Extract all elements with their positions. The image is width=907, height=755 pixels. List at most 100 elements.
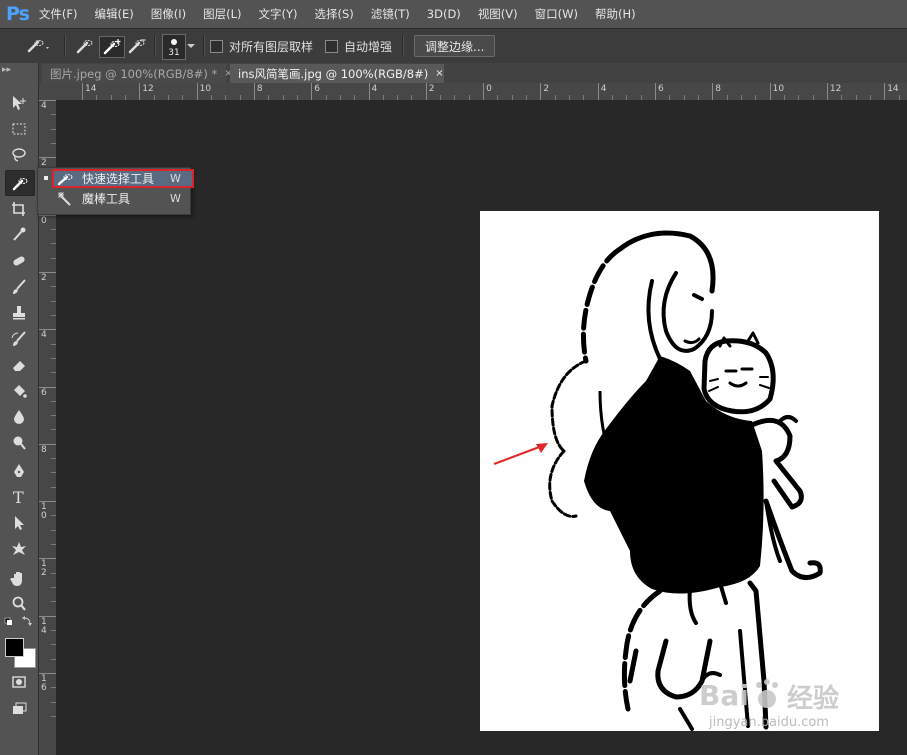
menu-edit[interactable]: 编辑(E) bbox=[95, 6, 134, 22]
ruler-tick-label: 14 bbox=[887, 84, 899, 94]
sample-all-layers-checkbox[interactable] bbox=[210, 39, 223, 53]
ruler-minor-tick bbox=[51, 415, 56, 417]
crop-tool[interactable] bbox=[5, 197, 33, 221]
flyout-shortcut: W bbox=[170, 172, 181, 185]
menu-3d[interactable]: 3D(D) bbox=[427, 7, 461, 21]
brush-icon bbox=[13, 279, 26, 294]
hand-tool[interactable] bbox=[5, 566, 33, 590]
menu-type[interactable]: 文字(Y) bbox=[259, 6, 298, 22]
brush-dropdown-arrow[interactable] bbox=[186, 36, 196, 56]
brush-subtract-selection-icon bbox=[128, 39, 146, 54]
path-selection-tool[interactable] bbox=[5, 511, 33, 535]
pen-icon bbox=[14, 464, 24, 477]
eraser-tool[interactable] bbox=[5, 353, 33, 377]
healing-bandage-icon bbox=[13, 256, 25, 266]
ruler-tick-label: 14 bbox=[41, 616, 47, 636]
move-tool[interactable] bbox=[5, 91, 33, 115]
history-brush-tool[interactable] bbox=[5, 327, 33, 351]
brush-tool[interactable] bbox=[5, 275, 33, 299]
horizontal-ruler[interactable]: 14 12 10 8 6 4 2 0 2 4 6 8 10 12 14 bbox=[57, 83, 907, 101]
foreground-color-swatch[interactable] bbox=[5, 638, 24, 657]
blur-tool[interactable] bbox=[5, 405, 33, 429]
default-swap-colors-icon bbox=[4, 616, 32, 626]
options-bar: 31 对所有图层取样 自动增强 调整边缘... bbox=[0, 28, 907, 64]
stamp-icon bbox=[13, 306, 25, 320]
flyout-item-magic-wand[interactable]: 魔棒工具 W bbox=[38, 189, 190, 208]
flyout-item-quick-selection[interactable]: 快速选择工具 W bbox=[38, 169, 190, 188]
brush-new-selection-icon bbox=[76, 40, 93, 54]
magic-wand-icon bbox=[58, 191, 71, 206]
ruler-origin[interactable] bbox=[39, 83, 57, 100]
menu-layer[interactable]: 图层(L) bbox=[203, 6, 241, 22]
quick-selection-icon bbox=[57, 173, 73, 185]
pen-tool[interactable] bbox=[5, 459, 33, 483]
tab-close-icon[interactable]: × bbox=[435, 68, 443, 79]
menu-window[interactable]: 窗口(W) bbox=[535, 6, 578, 22]
ruler-tick-label: 10 bbox=[41, 502, 47, 522]
tab-label: ins风简笔画.jpg @ 100%(RGB/8#) bbox=[238, 66, 429, 81]
ruler-minor-tick bbox=[51, 515, 56, 517]
paint-bucket-icon bbox=[14, 385, 27, 398]
dodge-tool[interactable] bbox=[5, 431, 33, 455]
menu-help[interactable]: 帮助(H) bbox=[595, 6, 636, 22]
ruler-tick: 8 bbox=[712, 83, 721, 100]
refine-edge-button[interactable]: 调整边缘... bbox=[414, 35, 496, 57]
marquee-icon bbox=[12, 123, 26, 135]
ruler-tick: 8 bbox=[39, 443, 56, 454]
document-tab-bar: 图片.jpeg @ 100%(RGB/8#) * × ins风简笔画.jpg @… bbox=[39, 63, 907, 84]
marquee-tool[interactable] bbox=[5, 117, 33, 141]
annotation-arrow-icon bbox=[493, 443, 548, 466]
quick-mask-button[interactable] bbox=[5, 670, 33, 694]
new-selection-button[interactable] bbox=[74, 36, 96, 56]
document-canvas[interactable] bbox=[480, 211, 879, 731]
ruler-tick-label: 4 bbox=[600, 84, 607, 94]
menu-view[interactable]: 视图(V) bbox=[478, 6, 518, 22]
ruler-tick: 4 bbox=[39, 100, 56, 111]
add-to-selection-button[interactable] bbox=[99, 36, 125, 58]
tool-preset-picker[interactable] bbox=[18, 36, 58, 56]
ruler-tick-label: 2 bbox=[543, 84, 550, 94]
tab-ins-sketch[interactable]: ins风简笔画.jpg @ 100%(RGB/8#) × bbox=[230, 64, 444, 83]
history-brush-icon bbox=[11, 331, 26, 346]
ruler-tick-label: 2 bbox=[428, 84, 435, 94]
ruler-minor-tick bbox=[51, 472, 56, 474]
spot-healing-tool[interactable] bbox=[5, 249, 33, 273]
ruler-tick: 10 bbox=[196, 83, 211, 100]
zoom-tool[interactable] bbox=[5, 592, 33, 616]
separator bbox=[203, 35, 205, 57]
shape-splat-icon bbox=[12, 542, 26, 555]
baidu-paw-logo-icon: Bai bbox=[699, 679, 778, 712]
menu-file[interactable]: 文件(F) bbox=[39, 6, 78, 22]
auto-enhance-option[interactable]: 自动增强 bbox=[325, 36, 392, 56]
ruler-tick: 6 bbox=[311, 83, 320, 100]
lasso-tool[interactable] bbox=[5, 143, 33, 167]
hand-icon bbox=[10, 572, 22, 586]
quick-mask-icon bbox=[12, 676, 26, 688]
quick-selection-icon bbox=[12, 178, 28, 191]
auto-enhance-checkbox[interactable] bbox=[325, 39, 338, 53]
screen-mode-button[interactable] bbox=[5, 697, 33, 721]
refine-edge-wrapper: 调整边缘... bbox=[414, 35, 496, 57]
ruler-tick: 12 bbox=[826, 83, 841, 100]
eyedropper-tool[interactable] bbox=[5, 222, 33, 246]
menu-image[interactable]: 图像(I) bbox=[151, 6, 186, 22]
watermark-text: 经验 bbox=[787, 684, 840, 714]
subtract-from-selection-button[interactable] bbox=[126, 36, 148, 56]
tab-label: 图片.jpeg @ 100%(RGB/8#) * bbox=[50, 66, 218, 81]
toolbox-collapse-icon[interactable]: ▸▸ bbox=[2, 65, 11, 75]
quick-selection-tool[interactable] bbox=[5, 170, 35, 196]
brush-size-picker[interactable]: 31 bbox=[162, 34, 186, 60]
ruler-tick-label: 6 bbox=[314, 84, 320, 94]
type-tool[interactable]: T bbox=[5, 485, 33, 509]
clone-stamp-tool[interactable] bbox=[5, 301, 33, 325]
ruler-minor-tick bbox=[51, 142, 56, 144]
color-swap-controls[interactable] bbox=[2, 615, 36, 629]
tab-image-jpeg[interactable]: 图片.jpeg @ 100%(RGB/8#) * × bbox=[42, 64, 233, 83]
menu-filter[interactable]: 滤镜(T) bbox=[371, 6, 410, 22]
paint-bucket-tool[interactable] bbox=[5, 379, 33, 403]
sample-all-layers-option[interactable]: 对所有图层取样 bbox=[210, 36, 313, 56]
ruler-tick: 0 bbox=[483, 83, 492, 100]
custom-shape-tool[interactable] bbox=[5, 537, 33, 561]
menu-select[interactable]: 选择(S) bbox=[315, 6, 354, 22]
ruler-minor-tick bbox=[51, 715, 56, 717]
